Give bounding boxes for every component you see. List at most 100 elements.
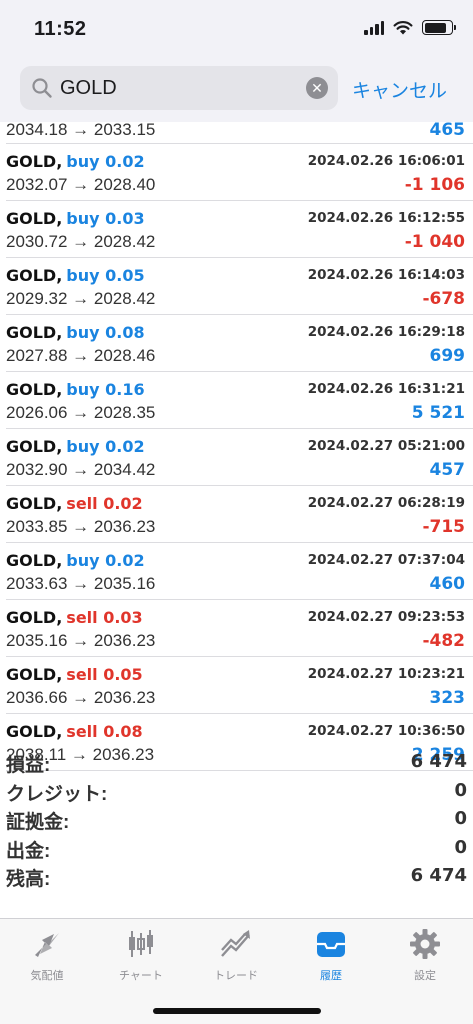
deal-symbol-name: GOLD, — [6, 323, 63, 342]
deal-row[interactable]: GOLD, sell 0.05 2024.02.27 10:23:21 2036.66… — [6, 657, 473, 714]
cellular-signal-icon — [364, 20, 384, 35]
deal-prices: 2033.85 → 2036.23 — [6, 517, 156, 536]
summary-row: 損益: 6 474 — [6, 750, 467, 779]
deal-prices: 2035.16 → 2036.23 — [6, 631, 156, 650]
deal-symbol-name: GOLD, — [6, 209, 63, 228]
summary-row: 残高: 6 474 — [6, 864, 467, 893]
deal-time: 2024.02.26 16:06:01 — [307, 153, 465, 169]
clear-search-icon[interactable]: ✕ — [306, 77, 328, 99]
deal-symbol-name: GOLD, — [6, 152, 63, 171]
deal-time: 2024.02.26 16:12:55 — [307, 210, 465, 226]
deal-symbol-name: GOLD, — [6, 551, 63, 570]
tab-quotes[interactable]: 気配値 — [0, 927, 94, 983]
history-icon — [314, 927, 348, 961]
history-summary: 損益: 6 474 クレジット: 0 証拠金: 0 出金: 0 残高: 6 474 — [6, 750, 467, 893]
search-row: GOLD ✕ キャンセル — [0, 66, 473, 110]
search-query-text: GOLD — [60, 77, 117, 99]
deal-row-partial[interactable]: 2034.18 → 2033.15 465 — [6, 118, 473, 144]
deal-row[interactable]: GOLD, sell 0.02 2024.02.27 06:28:19 2033.85… — [6, 486, 473, 543]
deal-profit: 5 521 — [411, 403, 465, 423]
deal-profit: 460 — [429, 574, 466, 594]
deal-prices: 2034.18 → 2033.15 — [6, 120, 156, 139]
settings-icon — [408, 927, 442, 961]
status-bar: 11:52 — [0, 0, 473, 58]
deal-side-volume: buy 0.16 — [66, 380, 145, 399]
summary-value: 0 — [454, 808, 467, 829]
deal-prices: 2032.90 → 2034.42 — [6, 460, 156, 479]
deal-row[interactable]: GOLD, buy 0.08 2024.02.26 16:29:18 2027.88 … — [6, 315, 473, 372]
deal-symbol-name: GOLD, — [6, 494, 63, 513]
deal-prices: 2029.32 → 2028.42 — [6, 289, 156, 308]
deal-profit: -678 — [422, 289, 465, 309]
deal-symbol: GOLD, sell 0.02 — [6, 494, 143, 513]
status-icons — [364, 20, 456, 35]
tab-label: チャート — [119, 970, 163, 982]
deal-symbol-name: GOLD, — [6, 608, 63, 627]
deal-profit: -482 — [422, 631, 465, 651]
deal-symbol: GOLD, buy 0.02 — [6, 437, 145, 456]
tab-trade[interactable]: トレード — [189, 927, 283, 983]
deal-profit: -715 — [422, 517, 465, 537]
deal-symbol-name: GOLD, — [6, 437, 63, 456]
deal-symbol: GOLD, buy 0.16 — [6, 380, 145, 399]
summary-label: 出金: — [6, 840, 51, 862]
deal-symbol: GOLD, buy 0.05 — [6, 266, 145, 285]
summary-row: クレジット: 0 — [6, 779, 467, 808]
deal-row[interactable]: GOLD, buy 0.16 2024.02.26 16:31:21 2026.06 … — [6, 372, 473, 429]
deal-profit: 323 — [429, 688, 466, 708]
deal-symbol: GOLD, buy 0.03 — [6, 209, 145, 228]
battery-icon — [422, 20, 456, 35]
deal-prices: 2026.06 → 2028.35 — [6, 403, 156, 422]
summary-label: 損益: — [6, 755, 51, 776]
deal-time: 2024.02.26 16:31:21 — [307, 381, 465, 397]
deal-prices: 2032.07 → 2028.40 — [6, 175, 156, 194]
deal-time: 2024.02.27 07:37:04 — [307, 552, 465, 568]
deal-prices: 2033.63 → 2035.16 — [6, 574, 156, 593]
deal-symbol-name: GOLD, — [6, 380, 63, 399]
summary-value: 6 474 — [410, 751, 467, 772]
tab-label: 履歴 — [320, 970, 342, 982]
deal-side-volume: buy 0.02 — [66, 152, 145, 171]
tab-label: 気配値 — [30, 970, 64, 982]
deal-time: 2024.02.27 05:21:00 — [307, 438, 465, 454]
deal-row[interactable]: GOLD, buy 0.05 2024.02.26 16:14:03 2029.32 … — [6, 258, 473, 315]
quotes-icon — [30, 927, 64, 961]
search-input[interactable]: GOLD ✕ — [20, 66, 338, 110]
deal-time: 2024.02.27 06:28:19 — [307, 495, 465, 511]
tab-settings[interactable]: 設定 — [378, 927, 472, 983]
deal-time: 2024.02.26 16:14:03 — [307, 267, 465, 283]
trade-icon — [219, 927, 253, 961]
summary-value: 0 — [454, 779, 467, 801]
deal-side-volume: buy 0.02 — [66, 437, 145, 456]
deal-side-volume: buy 0.02 — [66, 551, 145, 570]
deal-symbol: GOLD, sell 0.08 — [6, 722, 143, 741]
deal-time: 2024.02.27 09:23:53 — [307, 609, 465, 625]
wifi-icon — [393, 21, 413, 35]
deal-row[interactable]: GOLD, buy 0.02 2024.02.27 07:37:04 2033.63 … — [6, 543, 473, 600]
deal-symbol: GOLD, buy 0.02 — [6, 551, 145, 570]
deal-row[interactable]: GOLD, buy 0.03 2024.02.26 16:12:55 2030.72 … — [6, 201, 473, 258]
deal-time: 2024.02.27 10:36:50 — [307, 723, 465, 739]
deal-profit: 457 — [429, 460, 466, 480]
search-icon — [32, 78, 52, 98]
summary-value: 0 — [454, 836, 467, 858]
deal-side-volume: buy 0.05 — [66, 266, 145, 285]
tab-label: 設定 — [414, 970, 436, 982]
deal-profit: -1 106 — [404, 175, 465, 195]
deal-profit: -1 040 — [404, 232, 465, 252]
deal-side-volume: sell 0.08 — [66, 722, 143, 741]
status-time: 11:52 — [34, 18, 87, 40]
deal-symbol: GOLD, buy 0.02 — [6, 152, 145, 171]
cancel-button[interactable]: キャンセル — [352, 76, 447, 103]
deal-row[interactable]: GOLD, buy 0.02 2024.02.26 16:06:01 2032.07 … — [6, 144, 473, 201]
deal-row[interactable]: GOLD, buy 0.02 2024.02.27 05:21:00 2032.90 … — [6, 429, 473, 486]
tab-chart[interactable]: チャート — [94, 927, 188, 983]
tab-history[interactable]: 履歴 — [284, 927, 378, 983]
deal-symbol: GOLD, sell 0.05 — [6, 665, 143, 684]
summary-label: 残高: — [6, 869, 51, 890]
deal-row[interactable]: GOLD, sell 0.03 2024.02.27 09:23:53 2035.16… — [6, 600, 473, 657]
deal-prices: 2030.72 → 2028.42 — [6, 232, 156, 251]
chart-icon — [124, 927, 158, 961]
deal-symbol: GOLD, sell 0.03 — [6, 608, 143, 627]
deal-profit: 465 — [429, 120, 466, 140]
